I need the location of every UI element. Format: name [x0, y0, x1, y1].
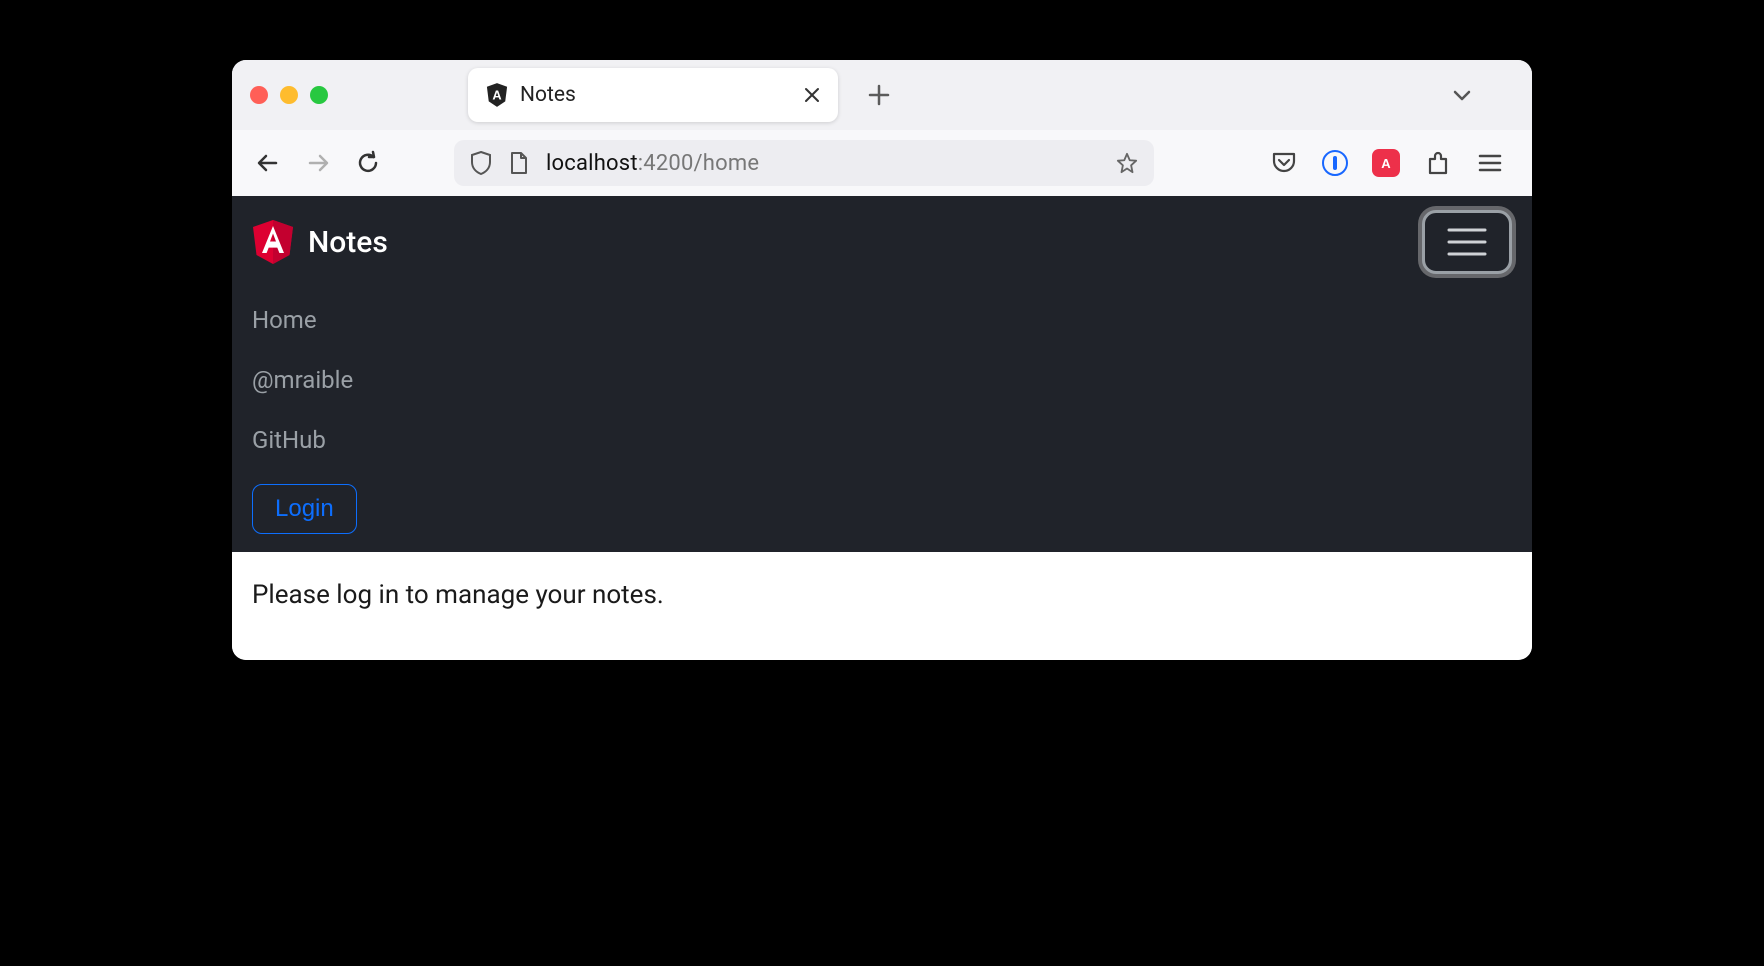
- svg-text:A: A: [492, 88, 501, 103]
- hamburger-icon: [1445, 225, 1489, 259]
- extension-icons: A: [1270, 149, 1510, 177]
- pocket-icon[interactable]: [1270, 149, 1298, 177]
- tabs-dropdown-icon[interactable]: [1450, 83, 1474, 107]
- address-bar[interactable]: localhost:4200/home: [454, 140, 1154, 186]
- new-tab-button[interactable]: [868, 84, 890, 106]
- window-controls: [250, 86, 328, 104]
- zoom-window-button[interactable]: [310, 86, 328, 104]
- app-menu-icon[interactable]: [1476, 149, 1504, 177]
- close-window-button[interactable]: [250, 86, 268, 104]
- url-path: :4200/home: [638, 151, 760, 176]
- navbar-toggler[interactable]: [1422, 210, 1512, 274]
- onepassword-icon[interactable]: [1322, 150, 1348, 176]
- extensions-icon[interactable]: [1424, 149, 1452, 177]
- angular-shield-icon: A: [486, 83, 508, 107]
- minimize-window-button[interactable]: [280, 86, 298, 104]
- shield-icon[interactable]: [470, 152, 492, 174]
- login-button[interactable]: Login: [252, 484, 357, 534]
- tab-title: Notes: [520, 83, 792, 107]
- reload-button[interactable]: [354, 149, 382, 177]
- close-tab-icon[interactable]: [804, 87, 820, 103]
- login-prompt-text: Please log in to manage your notes.: [252, 580, 1512, 610]
- url-host: localhost: [546, 151, 638, 176]
- forward-button[interactable]: [304, 149, 332, 177]
- nav-link-github[interactable]: GitHub: [252, 410, 326, 470]
- main-content: Please log in to manage your notes.: [232, 552, 1532, 660]
- browser-toolbar: localhost:4200/home A: [232, 130, 1532, 196]
- page-viewport: Notes Home @mraible GitHub Login: [232, 196, 1532, 660]
- browser-tab[interactable]: A Notes: [468, 68, 838, 122]
- angular-logo-icon: [252, 220, 294, 264]
- angular-devtools-icon[interactable]: A: [1372, 149, 1400, 177]
- url-text: localhost:4200/home: [546, 151, 759, 176]
- app-brand-name: Notes: [308, 225, 388, 260]
- tab-strip: A Notes: [232, 60, 1532, 130]
- back-button[interactable]: [254, 149, 282, 177]
- svg-text:A: A: [1381, 156, 1391, 171]
- browser-window: A Notes: [232, 60, 1532, 660]
- bookmark-star-icon[interactable]: [1116, 152, 1138, 174]
- nav-link-home[interactable]: Home: [252, 290, 317, 350]
- page-info-icon[interactable]: [508, 152, 530, 174]
- app-navbar: Notes Home @mraible GitHub Login: [232, 196, 1532, 552]
- app-brand[interactable]: Notes: [252, 220, 388, 264]
- nav-link-twitter[interactable]: @mraible: [252, 350, 353, 410]
- nav-links: Home @mraible GitHub Login: [252, 290, 1512, 534]
